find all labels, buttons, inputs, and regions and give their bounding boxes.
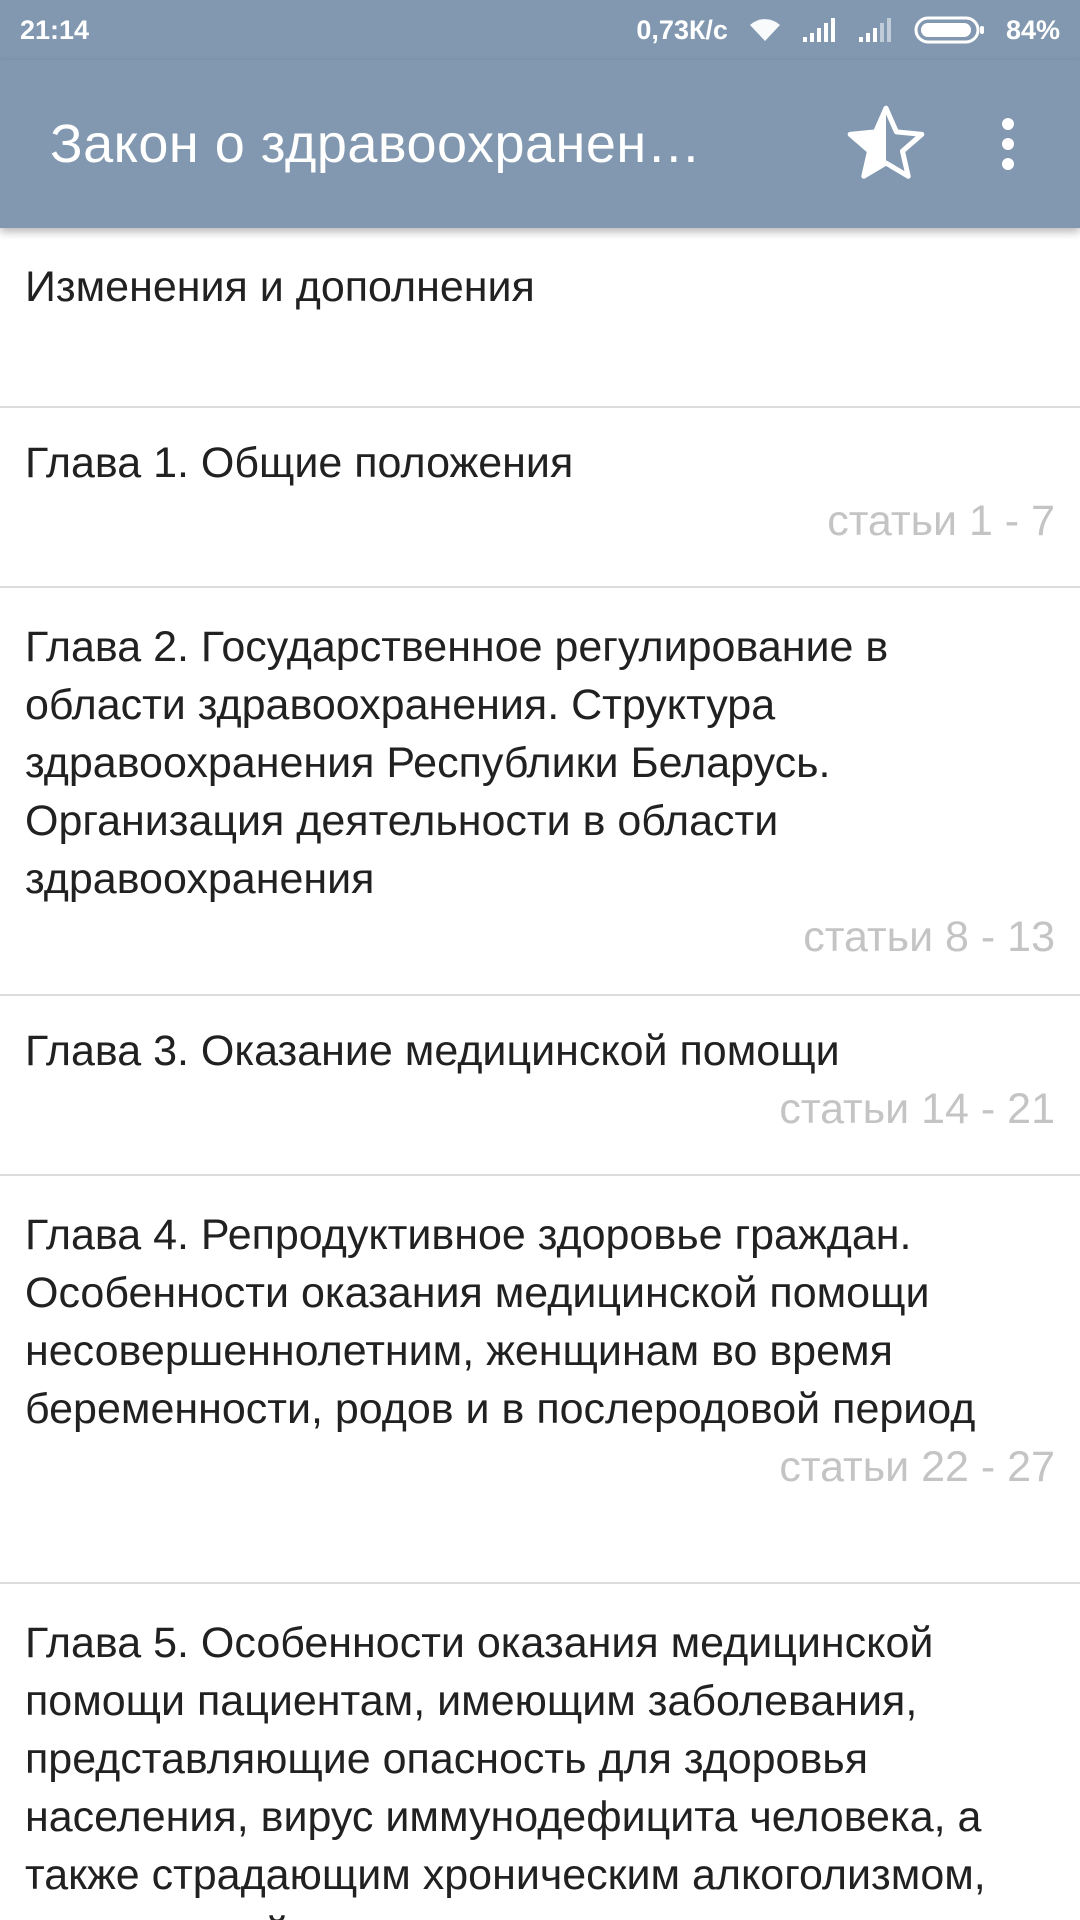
star-half-icon — [847, 105, 925, 179]
list-item-changes[interactable]: Изменения и дополнения — [0, 228, 1080, 408]
list-item-title: Глава 1. Общие положения — [25, 439, 574, 487]
list-item-range: статьи 22 - 27 — [779, 1443, 1055, 1491]
app-bar: Закон о здравоохранен… — [0, 60, 1080, 228]
battery-level: 84% — [1005, 14, 1060, 45]
status-indicators: 0,73К/с 84% — [636, 15, 1060, 46]
chapter-list[interactable]: Изменения и дополнения Глава 1. Общие по… — [0, 228, 1080, 1920]
list-item-chapter-2[interactable]: Глава 2. Государственное регулирование в… — [0, 588, 1080, 996]
list-item-title: Глава 4. Репродуктивное здоровье граждан… — [25, 1211, 976, 1433]
list-item-chapter-1[interactable]: Глава 1. Общие положения статьи 1 - 7 — [0, 408, 1080, 588]
more-vert-icon — [1002, 118, 1014, 170]
signal-icon — [858, 17, 894, 43]
signal-icon — [802, 17, 838, 43]
list-item-chapter-4[interactable]: Глава 4. Репродуктивное здоровье граждан… — [0, 1176, 1080, 1584]
list-item-title: Глава 5. Особенности оказания медицинско… — [25, 1619, 986, 1920]
status-time: 21:14 — [20, 14, 90, 45]
list-item-chapter-3[interactable]: Глава 3. Оказание медицинской помощи ста… — [0, 996, 1080, 1176]
list-item-chapter-5[interactable]: Глава 5. Особенности оказания медицинско… — [0, 1584, 1080, 1920]
status-bar: 21:14 0,73К/с 84% — [0, 0, 1080, 60]
list-item-title: Изменения и дополнения — [25, 263, 535, 311]
battery-icon — [914, 16, 986, 44]
list-item-range: статьи 8 - 13 — [803, 913, 1055, 961]
favorite-button[interactable] — [838, 96, 934, 192]
wifi-icon — [748, 17, 782, 43]
more-options-button[interactable] — [978, 96, 1038, 192]
list-item-range: статьи 1 - 7 — [827, 497, 1055, 545]
network-speed: 0,73К/с — [636, 14, 728, 45]
list-item-range: статьи 14 - 21 — [779, 1085, 1055, 1133]
list-item-title: Глава 3. Оказание медицинской помощи — [25, 1027, 840, 1075]
page-title: Закон о здравоохранен… — [50, 114, 702, 174]
list-item-title: Глава 2. Государственное регулирование в… — [25, 623, 889, 903]
